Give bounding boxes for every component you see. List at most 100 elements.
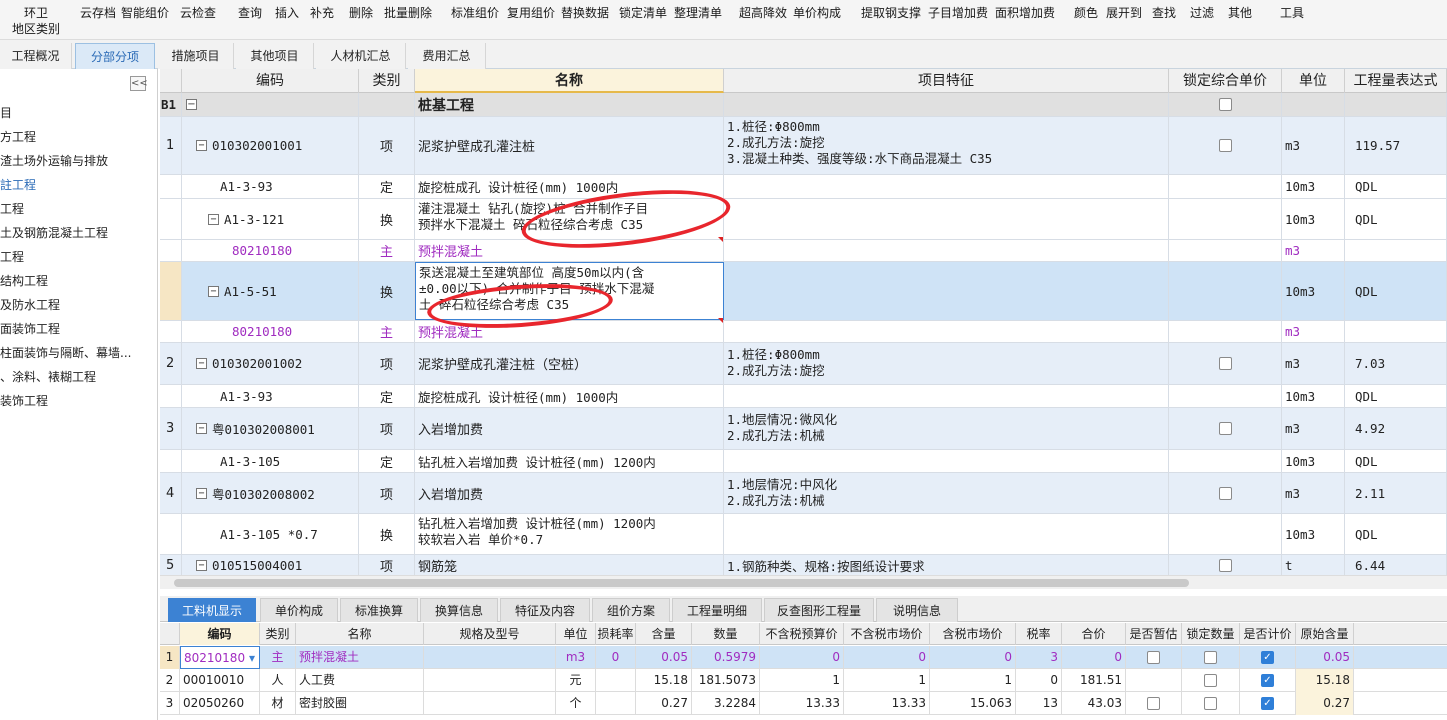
- toolbar-find-button[interactable]: 查找: [1152, 4, 1176, 21]
- lower-header-loss[interactable]: 损耗率: [596, 623, 636, 645]
- lower-header-code[interactable]: 编码: [180, 623, 260, 645]
- toolbar-lock-list-button[interactable]: 锁定清单: [619, 4, 667, 21]
- lower-header-type[interactable]: 类别: [260, 623, 296, 645]
- tab-reverse-graphic-quantity[interactable]: 反查图形工程量: [764, 598, 874, 622]
- lower-header-unit[interactable]: 单位: [556, 623, 596, 645]
- lower-header-qty[interactable]: 数量: [692, 623, 760, 645]
- lower-header-spec[interactable]: 规格及型号: [424, 623, 556, 645]
- toolbar-sub-item-fee-button[interactable]: 子目增加费: [928, 4, 988, 21]
- dropdown-arrow-icon[interactable]: ▾: [249, 647, 255, 668]
- sidebar-item[interactable]: 渣土场外运输与排放: [0, 152, 108, 169]
- table-row[interactable]: A1-3-93 定 旋挖桩成孔 设计桩径(mm) 1000内 10m3 QDL: [160, 175, 1447, 199]
- sidebar-item[interactable]: 目: [0, 104, 12, 121]
- header-locked-price[interactable]: 锁定综合单价: [1169, 69, 1282, 93]
- collapse-sidebar-button[interactable]: <<: [130, 76, 148, 91]
- lock-price-checkbox[interactable]: [1218, 486, 1232, 500]
- tab-unit-price-composition[interactable]: 单价构成: [260, 598, 338, 622]
- sidebar-item[interactable]: 及防水工程: [0, 296, 60, 313]
- lower-code-cell[interactable]: 80210180 ▾: [180, 646, 260, 669]
- toolbar-env-button[interactable]: 环卫: [24, 4, 48, 21]
- lower-header-mkt-price[interactable]: 不含税市场价: [844, 623, 930, 645]
- name-cell-editing[interactable]: 泵送混凝土至建筑部位 高度50m以内(含 ±0.00以下) 合并制作子目 预拌水…: [415, 262, 724, 320]
- lower-header-tax-mkt-price[interactable]: 含税市场价: [930, 623, 1016, 645]
- lower-header-orig-content[interactable]: 原始含量: [1296, 623, 1354, 645]
- tree-toggle-icon[interactable]: −: [196, 487, 207, 499]
- table-row[interactable]: 5 −010515004001 项 钢筋笼 1.钢筋种类、规格:按图纸设计要求 …: [160, 555, 1447, 575]
- toolbar-unit-price-button[interactable]: 单价构成: [793, 4, 841, 21]
- toolbar-replace-data-button[interactable]: 替换数据: [561, 4, 609, 21]
- lower-header-tax-rate[interactable]: 税率: [1016, 623, 1062, 645]
- sidebar-item[interactable]: 装饰工程: [0, 392, 48, 409]
- table-row[interactable]: 80210180 主 预拌混凝土 m3: [160, 321, 1447, 343]
- table-row[interactable]: 3 − 粤010302008001 项 入岩增加费 1.地层情况:微风化 2.成孔…: [160, 408, 1447, 450]
- toolbar-tools-button[interactable]: 工具: [1280, 4, 1304, 21]
- toolbar-smart-price-button[interactable]: 智能组价: [121, 4, 169, 21]
- tree-toggle-icon[interactable]: −: [196, 423, 207, 434]
- lock-price-checkbox[interactable]: [1218, 422, 1232, 435]
- toolbar-standard-price-button[interactable]: 标准组价: [451, 4, 499, 21]
- lock-price-checkbox[interactable]: [1218, 357, 1232, 370]
- lock-price-checkbox[interactable]: [1218, 98, 1232, 111]
- lower-table-row-selected[interactable]: 1 80210180 ▾ 主 预拌混凝土 m3 0 0.05 0.5979 0 0…: [160, 646, 1447, 669]
- tab-sub-items[interactable]: 分部分项: [75, 43, 155, 69]
- table-row[interactable]: A1-3-93 定 旋挖桩成孔 设计桩径(mm) 1000内 10m3 QDL: [160, 385, 1447, 408]
- lower-header-content[interactable]: 含量: [636, 623, 692, 645]
- sidebar-item[interactable]: 、涂料、裱糊工程: [0, 368, 96, 385]
- toolbar-cloud-check-button[interactable]: 云检查: [180, 4, 216, 21]
- header-unit[interactable]: 单位: [1282, 69, 1345, 93]
- table-row[interactable]: 4 − 粤010302008002 项 入岩增加费 1.地层情况:中风化 2.成孔…: [160, 473, 1447, 514]
- toolbar-filter-button[interactable]: 过滤: [1190, 4, 1214, 21]
- tree-toggle-icon[interactable]: −: [208, 213, 219, 225]
- tab-other-items[interactable]: 其他项目: [236, 43, 314, 69]
- toolbar-reuse-price-button[interactable]: 复用组价: [507, 4, 555, 21]
- toolbar-query-button[interactable]: 查询: [238, 4, 262, 21]
- header-name[interactable]: 名称: [415, 69, 724, 93]
- toolbar-supplement-button[interactable]: 补充: [310, 4, 334, 21]
- table-row[interactable]: 80210180 主 预拌混凝土 m3: [160, 240, 1447, 262]
- toolbar-overheight-button[interactable]: 超高降效: [739, 4, 787, 21]
- header-code[interactable]: 编码: [182, 69, 359, 93]
- horizontal-scrollbar[interactable]: [160, 575, 1447, 589]
- toolbar-arrange-list-button[interactable]: 整理清单: [674, 4, 722, 21]
- is-priced-checkbox-checked[interactable]: ✓: [1261, 651, 1274, 664]
- tab-feature-content[interactable]: 特征及内容: [500, 598, 590, 622]
- lock-price-checkbox[interactable]: [1218, 559, 1232, 572]
- header-expression[interactable]: 工程量表达式: [1345, 69, 1447, 93]
- tree-toggle-icon[interactable]: −: [196, 140, 207, 151]
- lower-header-pre-price[interactable]: 不含税预算价: [760, 623, 844, 645]
- lower-header-name[interactable]: 名称: [296, 623, 424, 645]
- tree-toggle-icon[interactable]: −: [208, 285, 219, 297]
- tab-measures[interactable]: 措施项目: [158, 43, 234, 69]
- toolbar-expand-to-button[interactable]: 展开到: [1106, 4, 1142, 21]
- tab-pricing-scheme[interactable]: 组价方案: [592, 598, 670, 622]
- tab-standard-conversion[interactable]: 标准换算: [340, 598, 418, 622]
- tree-toggle-icon[interactable]: −: [196, 560, 207, 571]
- sidebar-item[interactable]: 土及钢筋混凝土工程: [0, 224, 108, 241]
- tree-toggle-icon[interactable]: −: [186, 99, 197, 110]
- is-estimate-checkbox[interactable]: [1147, 697, 1160, 710]
- toolbar-other-button[interactable]: 其他: [1228, 4, 1252, 21]
- table-row[interactable]: A1-3-105 *0.7 换 钻孔桩入岩增加费 设计桩径(mm) 1200内 …: [160, 514, 1447, 555]
- lower-header-is-priced[interactable]: 是否计价: [1240, 623, 1296, 645]
- lock-price-checkbox[interactable]: [1218, 139, 1232, 152]
- header-type[interactable]: 类别: [359, 69, 415, 93]
- header-feature[interactable]: 项目特征: [724, 69, 1169, 93]
- toolbar-color-button[interactable]: 颜色: [1074, 4, 1098, 21]
- toolbar-area-fee-button[interactable]: 面积增加费: [995, 4, 1055, 21]
- table-row-group[interactable]: B1 − 桩基工程: [160, 93, 1447, 117]
- sidebar-item[interactable]: 工程: [0, 248, 24, 265]
- is-estimate-checkbox[interactable]: [1147, 651, 1160, 664]
- tree-toggle-icon[interactable]: −: [196, 358, 207, 369]
- lower-header-total[interactable]: 合价: [1062, 623, 1126, 645]
- sidebar-item[interactable]: 方工程: [0, 128, 36, 145]
- tab-conversion-info[interactable]: 换算信息: [420, 598, 498, 622]
- table-row[interactable]: 1 −010302001001 项 泥浆护壁成孔灌注桩 1.桩径:Φ800mm …: [160, 117, 1447, 175]
- sidebar-item[interactable]: 柱面装饰与隔断、幕墙...: [0, 344, 131, 361]
- is-priced-checkbox-checked[interactable]: ✓: [1261, 674, 1274, 687]
- toolbar-insert-button[interactable]: 插入: [275, 4, 299, 21]
- tab-labor-material-display[interactable]: 工料机显示: [168, 598, 256, 622]
- sidebar-item[interactable]: 工程: [0, 200, 24, 217]
- lock-qty-checkbox[interactable]: [1204, 674, 1217, 687]
- table-row[interactable]: − A1-3-121 换 灌注混凝土 钻孔(旋挖)桩 合并制作子目 预拌水下混凝土…: [160, 199, 1447, 240]
- lock-qty-checkbox[interactable]: [1204, 697, 1217, 710]
